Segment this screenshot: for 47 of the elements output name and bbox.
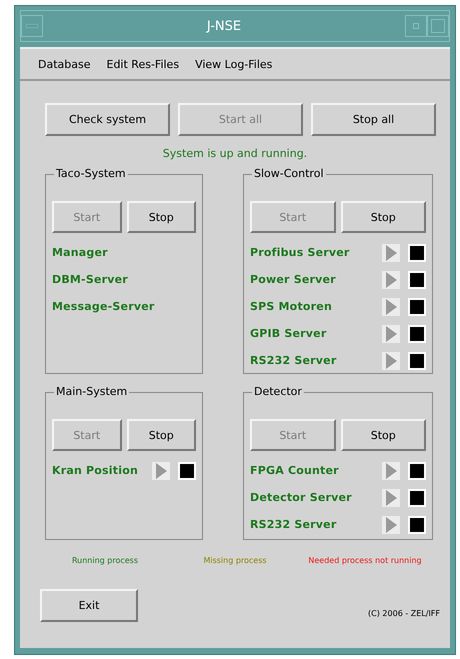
process-name: SPS Motoren xyxy=(250,300,333,313)
status-message: System is up and running. xyxy=(162,147,308,160)
group-button[interactable]: Stop xyxy=(340,419,426,451)
group-button[interactable]: Stop xyxy=(340,201,426,233)
exit-button[interactable]: Exit xyxy=(40,589,138,622)
window-menu-button[interactable] xyxy=(21,15,43,37)
menu-item[interactable]: View Log-Files xyxy=(187,58,280,70)
process-name: RS232 Server xyxy=(250,354,338,367)
status-indicator xyxy=(408,270,426,288)
process-name: Manager xyxy=(52,246,109,259)
legend-label: Needed process not running xyxy=(307,555,423,567)
process-name: Power Server xyxy=(250,273,337,286)
group-title: Taco-System xyxy=(54,167,128,180)
maximize-button[interactable] xyxy=(427,15,449,37)
group-button[interactable]: Stop xyxy=(126,419,196,451)
toolbar-button[interactable]: Check system xyxy=(45,103,170,136)
process-name: Message-Server xyxy=(52,300,156,313)
legend-label: Missing process xyxy=(202,555,268,567)
legend-label: Running process xyxy=(70,555,140,567)
group-title: Detector xyxy=(252,385,304,398)
group-title: Slow-Control xyxy=(252,167,326,180)
process-name: Detector Server xyxy=(250,491,353,504)
copyright-text: (C) 2006 - ZEL/IFF xyxy=(368,609,440,618)
minimize-button[interactable] xyxy=(405,15,427,37)
status-indicator xyxy=(408,352,426,370)
process-name: RS232 Server xyxy=(250,518,338,531)
square-icon xyxy=(413,23,419,29)
status-indicator xyxy=(408,298,426,316)
process-name: DBM-Server xyxy=(52,273,129,286)
status-indicator xyxy=(408,488,426,506)
window-title: J-NSE xyxy=(205,18,242,34)
status-indicator xyxy=(178,462,196,480)
status-indicator xyxy=(408,516,426,534)
status-indicator xyxy=(408,462,426,480)
menu-item[interactable]: Database xyxy=(30,58,98,70)
square-icon xyxy=(431,19,445,33)
group-title: Main-System xyxy=(54,385,130,398)
process-name: FPGA Counter xyxy=(250,464,340,477)
bar-icon xyxy=(26,24,38,28)
menu-item[interactable]: Edit Res-Files xyxy=(98,58,188,70)
process-name: Profibus Server xyxy=(250,246,351,259)
status-indicator xyxy=(408,244,426,262)
process-name: GPIB Server xyxy=(250,327,328,340)
group-button[interactable]: Stop xyxy=(126,201,196,233)
status-indicator xyxy=(408,324,426,342)
toolbar-button[interactable]: Stop all xyxy=(311,103,436,136)
process-name: Kran Position xyxy=(52,464,139,477)
